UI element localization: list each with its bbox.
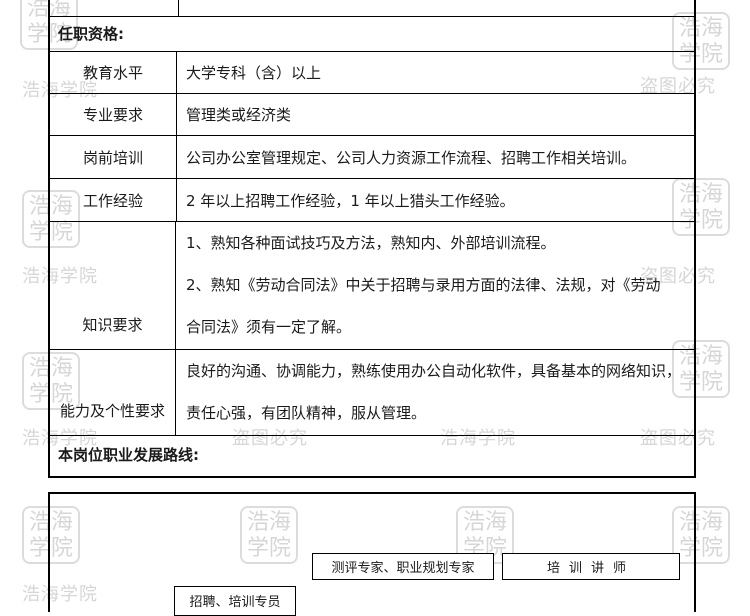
table-row: 岗前培训 公司办公室管理规定、公司人力资源工作流程、招聘工作相关培训。 [50,136,694,179]
row-label: 工作经验 [50,179,177,221]
career-node-assessment-expert: 测评专家、职业规划专家 [312,553,494,580]
career-node-trainer: 培训讲师 [502,553,680,580]
table-row: 教育水平 大学专科（含）以上 [50,52,694,94]
row-value: 公司办公室管理规定、公司人力资源工作流程、招聘工作相关培训。 [186,148,637,167]
row-value: 大学专科（含）以上 [186,64,322,82]
row-value: 管理类或经济类 [186,106,292,124]
row-label: 知识要求 [50,222,176,349]
row-label: 专业要求 [50,94,177,135]
table-row: 专业要求 管理类或经济类 [50,94,694,136]
row-value-line: 合同法》须有一定了解。 [186,318,352,336]
row-label: 岗前培训 [50,136,177,178]
row-value-line: 责任心强，有团队精神，服从管理。 [186,404,427,422]
row-label: 教育水平 [50,52,177,93]
table-row: 知识要求 1、熟知各种面试技巧及方法，熟知内、外部培训流程。 2、熟知《劳动合同… [50,222,694,350]
career-path-diagram: 测评专家、职业规划专家 培训讲师 招聘、培训专员 [48,492,696,616]
row-value: 1、熟知各种面试技巧及方法，熟知内、外部培训流程。 2、熟知《劳动合同法》中关于… [186,222,686,349]
career-node-recruitment-specialist: 招聘、培训专员 [174,586,296,616]
row-value-line: 1、熟知各种面试技巧及方法，熟知内、外部培训流程。 [186,234,556,252]
row-value-line: 2、熟知《劳动合同法》中关于招聘与录用方面的法律、法规，对《劳动 [186,276,661,294]
row-value: 2 年以上招聘工作经验，1 年以上猎头工作经验。 [186,191,515,210]
table-row: 工作经验 2 年以上招聘工作经验，1 年以上猎头工作经验。 [50,179,694,222]
row-value-line: 良好的沟通、协调能力，熟练使用办公自动化软件，具备基本的网络知识， [186,362,682,380]
row-label: 能力及个性要求 [50,350,176,435]
table-top-strip [50,0,694,17]
career-path-title: 本岗位职业发展路线: [58,446,199,464]
qualifications-title: 任职资格: [50,16,694,52]
table-row: 能力及个性要求 良好的沟通、协调能力，熟练使用办公自动化软件，具备基本的网络知识… [50,350,694,436]
row-value: 良好的沟通、协调能力，熟练使用办公自动化软件，具备基本的网络知识， 责任心强，有… [186,350,686,435]
qualifications-table: 任职资格: 教育水平 大学专科（含）以上 专业要求 管理类或经济类 岗前培训 公… [48,0,696,478]
